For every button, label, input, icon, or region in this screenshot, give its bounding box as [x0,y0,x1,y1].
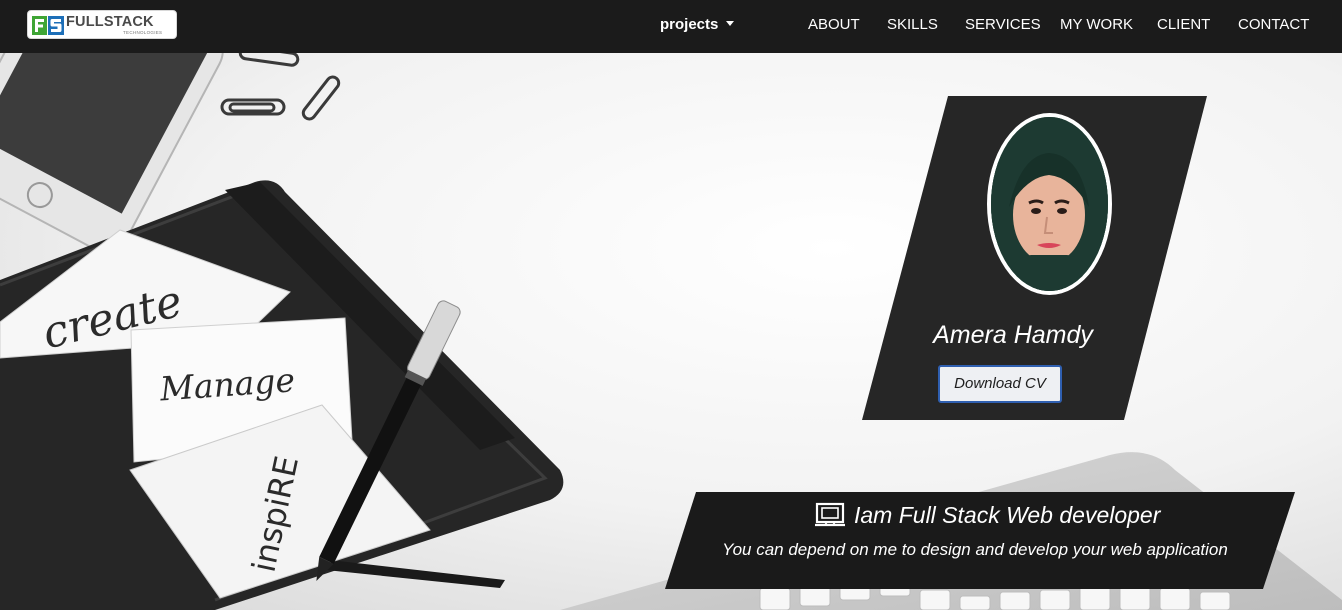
nav-link-client[interactable]: CLIENT [1157,16,1210,34]
monitor-code-icon [815,502,845,527]
nav-link-services[interactable]: SERVICES [965,16,1041,34]
nav-link-my-work[interactable]: MY WORK [1060,16,1133,34]
brand-logo[interactable]: FULLSTACK TECHNOLOGIES [27,10,177,39]
nav-link-skills[interactable]: SKILLS [887,16,938,34]
caret-down-icon [726,21,735,26]
banner-subtitle: You can depend on me to design and devel… [722,540,1228,559]
nav-link-contact[interactable]: CONTACT [1238,16,1309,34]
fullstack-logo-icon [32,16,64,35]
projects-dropdown[interactable]: projects [660,16,735,34]
brand-name: FULLSTACK [66,14,154,30]
nav-link-about[interactable]: ABOUT [808,16,860,34]
download-cv-button[interactable]: Download CV [938,365,1062,403]
navbar: FULLSTACK TECHNOLOGIES projects ABOUT SK… [0,0,1342,53]
profile-name: Amera Hamdy [933,321,1093,349]
profile-avatar [987,113,1112,295]
brand-tagline: TECHNOLOGIES [123,30,163,35]
projects-dropdown-label: projects [660,16,719,33]
banner-title: Iam Full Stack Web developer [854,502,1161,528]
